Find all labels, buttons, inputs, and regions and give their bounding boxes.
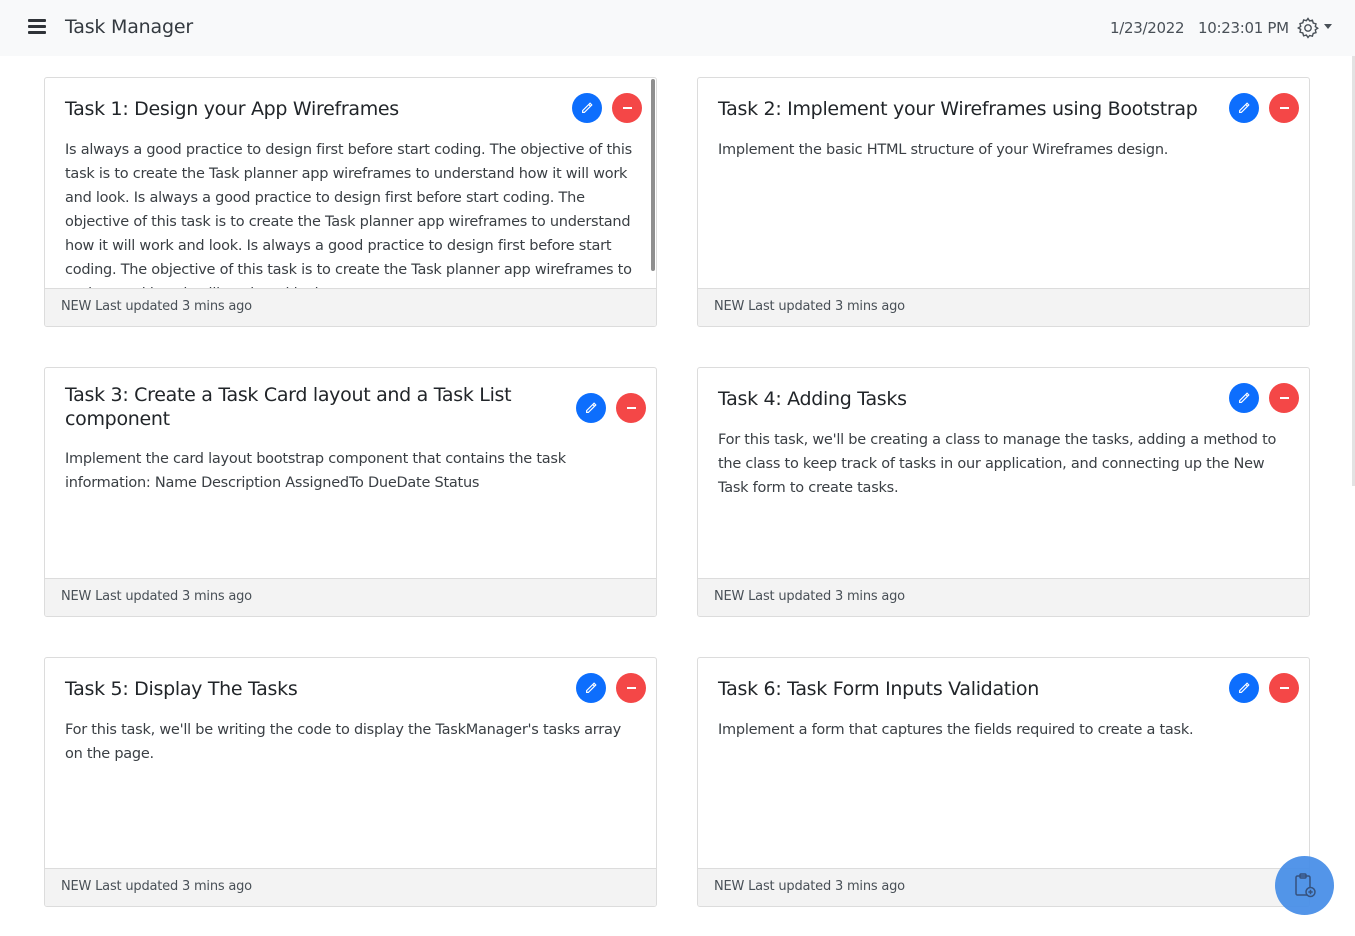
task-footer: NEW Last updated 3 mins ago [698,868,1309,906]
minus-icon [626,687,636,689]
status-badge: NEW [61,879,92,894]
header-time: 10:23:01 PM [1198,19,1289,37]
task-card: Task 1: Design your App Wireframes Is al… [44,77,657,327]
settings-dropdown[interactable] [1296,15,1340,41]
last-updated: Last updated 3 mins ago [748,299,905,314]
task-title: Task 6: Task Form Inputs Validation [718,678,1039,700]
minus-icon [1279,397,1289,399]
task-footer: NEW Last updated 3 mins ago [45,288,656,326]
edit-task-button[interactable] [1229,673,1259,703]
last-updated: Last updated 3 mins ago [748,879,905,894]
edit-task-button[interactable] [576,673,606,703]
task-card: Task 2: Implement your Wireframes using … [697,77,1310,327]
status-badge: NEW [714,589,745,604]
task-description: For this task, we'll be writing the code… [65,722,621,762]
task-description: Implement a form that captures the field… [718,722,1194,738]
pencil-icon [1239,392,1250,403]
task-title: Task 2: Implement your Wireframes using … [718,98,1198,120]
navbar: Task Manager 1/23/2022 10:23:01 PM [0,0,1355,56]
hamburger-menu-icon[interactable] [28,19,46,35]
pencil-icon [582,102,593,113]
task-footer: NEW Last updated 3 mins ago [45,578,656,616]
task-card: Task 6: Task Form Inputs Validation Impl… [697,657,1310,907]
gear-icon [1296,17,1319,39]
status-badge: NEW [61,589,92,604]
app-title[interactable]: Task Manager [65,16,193,38]
delete-task-button[interactable] [1269,673,1299,703]
task-description: Is always a good practice to design firs… [65,142,632,289]
edit-task-button[interactable] [572,93,602,123]
edit-task-button[interactable] [1229,383,1259,413]
status-badge: NEW [714,879,745,894]
task-footer: NEW Last updated 3 mins ago [698,578,1309,616]
add-task-button[interactable] [1275,856,1334,915]
edit-task-button[interactable] [576,393,606,423]
task-footer: NEW Last updated 3 mins ago [698,288,1309,326]
task-description: Implement the basic HTML structure of yo… [718,142,1169,158]
pencil-icon [586,682,597,693]
last-updated: Last updated 3 mins ago [748,589,905,604]
task-card: Task 4: Adding Tasks For this task, we'l… [697,367,1310,617]
status-badge: NEW [714,299,745,314]
task-card-body: Task 6: Task Form Inputs Validation Impl… [698,658,1309,869]
task-card-body: Task 2: Implement your Wireframes using … [698,78,1309,289]
task-card: Task 3: Create a Task Card layout and a … [44,367,657,617]
minus-icon [622,107,632,109]
minus-icon [1279,107,1289,109]
task-title: Task 5: Display The Tasks [65,678,298,700]
minus-icon [626,407,636,409]
last-updated: Last updated 3 mins ago [95,879,252,894]
status-badge: NEW [61,299,92,314]
card-scrollbar[interactable] [651,79,655,271]
delete-task-button[interactable] [612,93,642,123]
task-title: Task 4: Adding Tasks [718,388,907,410]
delete-task-button[interactable] [1269,383,1299,413]
chevron-down-icon [1324,23,1332,29]
pencil-icon [1239,102,1250,113]
delete-task-button[interactable] [1269,93,1299,123]
task-title: Task 3: Create a Task Card layout and a … [65,384,512,430]
task-card-body: Task 3: Create a Task Card layout and a … [45,368,656,579]
task-description: For this task, we'll be creating a class… [718,432,1277,496]
task-card-body: Task 4: Adding Tasks For this task, we'l… [698,368,1309,579]
edit-task-button[interactable] [1229,93,1259,123]
task-title: Task 1: Design your App Wireframes [65,98,399,120]
last-updated: Last updated 3 mins ago [95,589,252,604]
last-updated: Last updated 3 mins ago [95,299,252,314]
task-card-body: Task 1: Design your App Wireframes Is al… [45,78,656,289]
header-date: 1/23/2022 [1110,19,1185,37]
task-description: Implement the card layout bootstrap comp… [65,451,566,491]
task-card: Task 5: Display The Tasks For this task,… [44,657,657,907]
pencil-icon [1239,682,1250,693]
delete-task-button[interactable] [616,393,646,423]
task-card-body: Task 5: Display The Tasks For this task,… [45,658,656,869]
delete-task-button[interactable] [616,673,646,703]
pencil-icon [586,402,597,413]
minus-icon [1279,687,1289,689]
clipboard-plus-icon [1294,872,1316,897]
task-footer: NEW Last updated 3 mins ago [45,868,656,906]
